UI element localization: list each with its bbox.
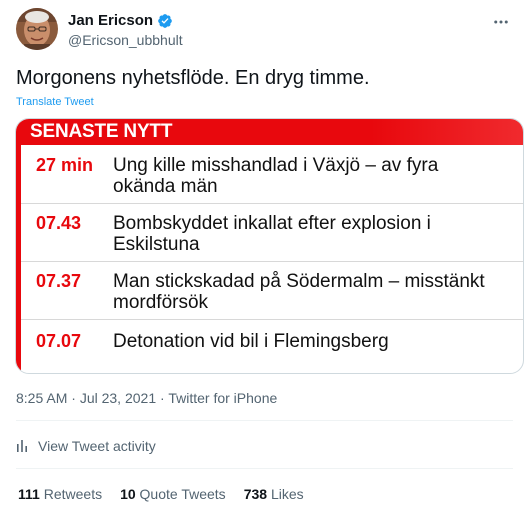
divider <box>16 468 513 469</box>
news-item-headline: Detonation vid bil i Flemingsberg <box>113 331 389 352</box>
more-dots-icon[interactable] <box>491 12 511 32</box>
bar-chart-icon <box>16 439 30 453</box>
tweet-time[interactable]: 8:25 AM <box>16 390 67 406</box>
meta-separator: · <box>67 390 80 406</box>
verified-badge-icon <box>157 13 173 29</box>
tweet-media-image[interactable]: SENASTE NYTT 27 min Ung kille misshandla… <box>15 118 524 374</box>
news-item-time: 07.43 <box>36 213 82 233</box>
quote-tweets-count: 10 <box>120 486 136 502</box>
quote-tweets-stat[interactable]: 10 Quote Tweets <box>120 486 226 502</box>
news-banner-title: SENASTE NYTT <box>30 121 173 142</box>
news-item-time: 07.37 <box>36 271 82 291</box>
divider <box>16 420 513 421</box>
news-banner: SENASTE NYTT <box>16 119 523 145</box>
quote-tweets-label: Quote Tweets <box>139 486 226 502</box>
retweets-label: Retweets <box>43 486 103 502</box>
likes-label: Likes <box>270 486 304 502</box>
view-tweet-activity-label: View Tweet activity <box>38 438 156 454</box>
news-feed-graphic: SENASTE NYTT 27 min Ung kille misshandla… <box>16 119 523 373</box>
news-divider <box>21 203 523 204</box>
translate-tweet-link[interactable]: Translate Tweet <box>16 96 94 108</box>
avatar[interactable] <box>16 8 58 50</box>
likes-count: 738 <box>243 486 268 502</box>
tweet-date[interactable]: Jul 23, 2021 <box>80 390 156 406</box>
news-divider <box>21 261 523 262</box>
likes-stat[interactable]: 738 Likes <box>244 486 304 502</box>
retweets-stat[interactable]: 111 Retweets <box>18 486 102 502</box>
tweet-source[interactable]: Twitter for iPhone <box>168 390 277 406</box>
tweet-stats: 111 Retweets 10 Quote Tweets 738 Likes <box>18 486 304 502</box>
author-name-row: Jan Ericson <box>68 12 173 29</box>
tweet-meta: 8:25 AM · Jul 23, 2021 · Twitter for iPh… <box>16 390 277 406</box>
retweets-count: 111 <box>18 486 40 502</box>
view-tweet-activity-button[interactable]: View Tweet activity <box>16 438 156 454</box>
news-item-headline: Ung kille misshandlad i Växjö – av fyra … <box>113 155 439 197</box>
news-item-headline: Bombskyddet inkallat efter explosion i E… <box>113 213 431 255</box>
news-item-time: 27 min <box>36 155 94 175</box>
news-divider <box>21 319 523 320</box>
meta-separator: · <box>156 390 169 406</box>
author-name[interactable]: Jan Ericson <box>68 12 153 29</box>
news-side-bar <box>16 145 21 373</box>
tweet-text: Morgonens nyhetsflöde. En dryg timme. <box>16 67 370 89</box>
tweet-header: Jan Ericson @Ericson_ubbhult <box>16 8 513 56</box>
news-item-time: 07.07 <box>36 331 82 351</box>
news-item-headline: Man stickskadad på Södermalm – misstänkt… <box>113 271 485 313</box>
author-handle[interactable]: @Ericson_ubbhult <box>68 32 183 48</box>
